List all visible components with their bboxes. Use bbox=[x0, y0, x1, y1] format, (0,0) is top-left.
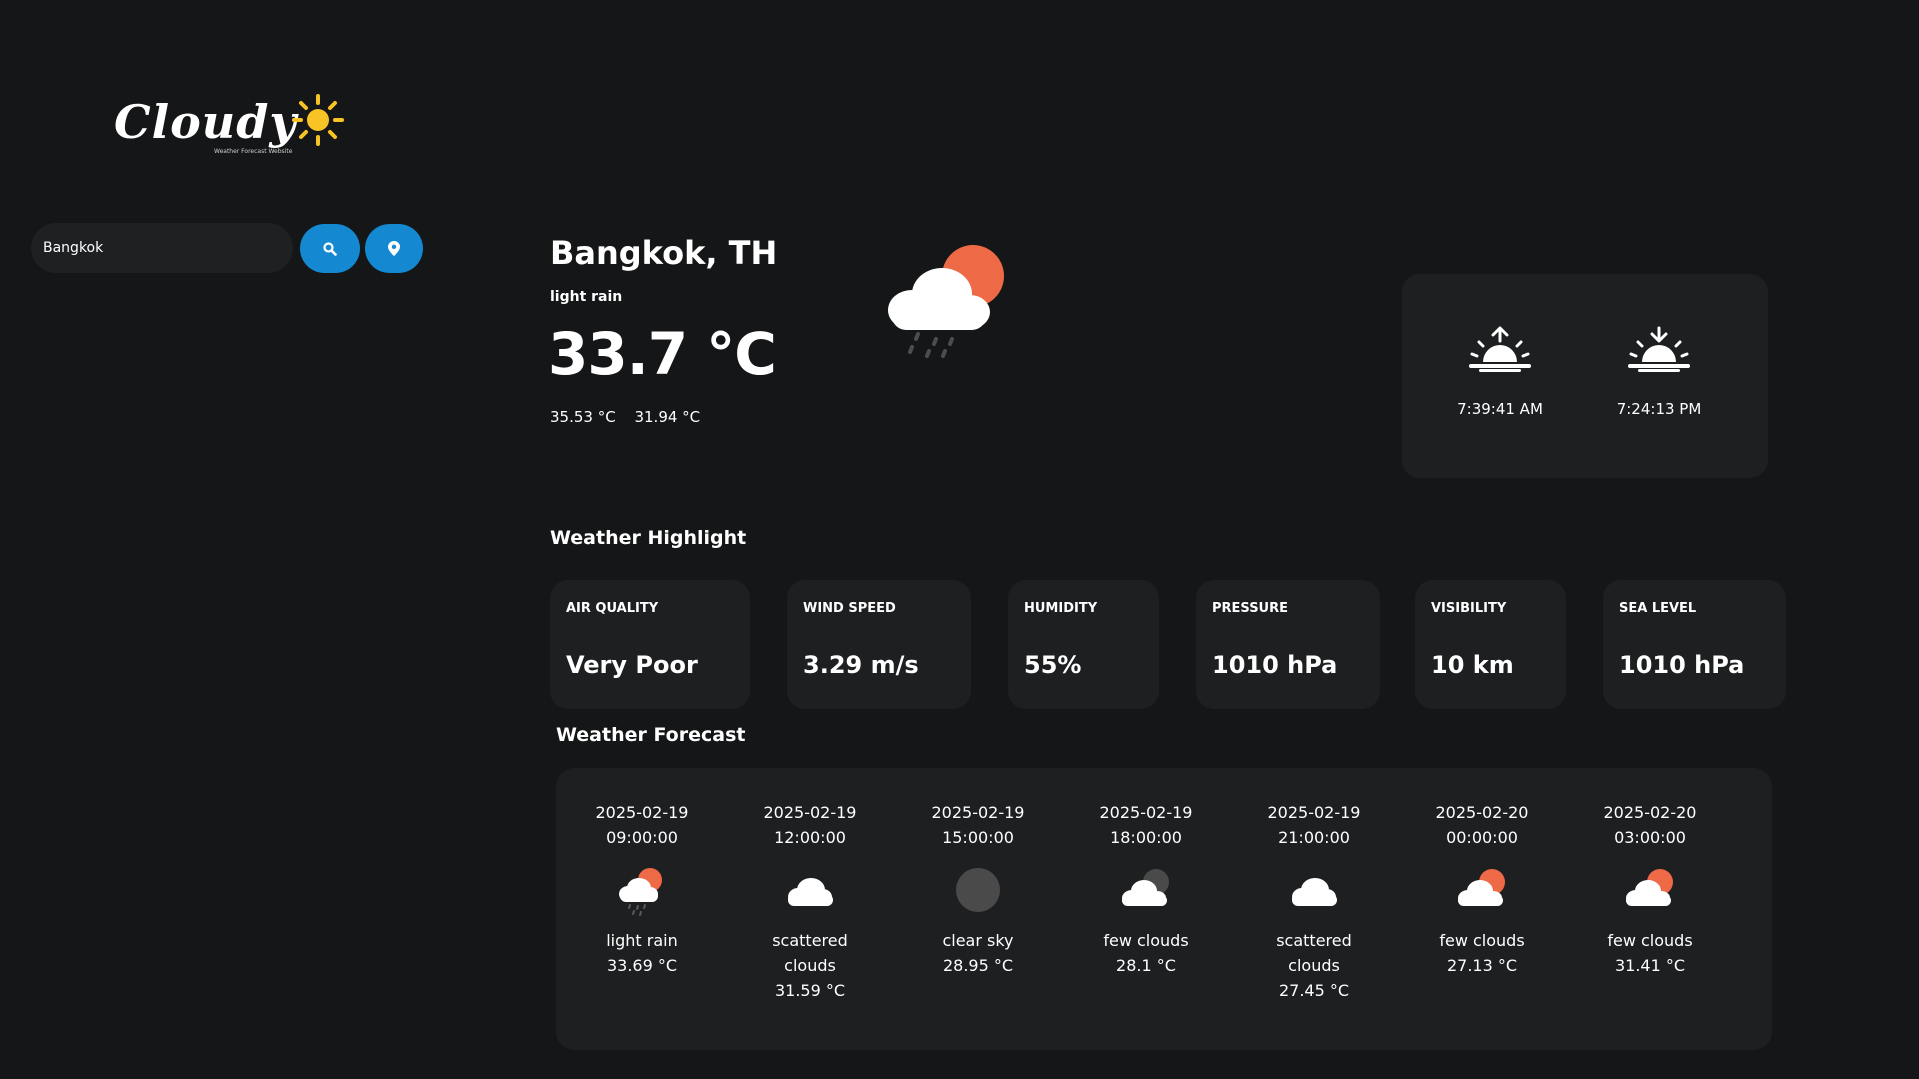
forecast-temperature: 31.41 °C bbox=[1614, 956, 1686, 975]
highlight-label: VISIBILITY bbox=[1431, 601, 1507, 616]
forecast-time: 21:00:00 bbox=[1278, 828, 1350, 847]
forecast-description: few clouds bbox=[1103, 931, 1189, 950]
sunset-icon bbox=[1628, 326, 1690, 372]
forecast-date: 2025-02-19 bbox=[1099, 803, 1193, 822]
light-rain-icon bbox=[888, 245, 1004, 358]
forecast-item: 2025-02-19 09:00:00 light rain 33.69 °C bbox=[567, 800, 717, 978]
sunrise-icon bbox=[1469, 326, 1531, 372]
highlight-value: 1010 hPa bbox=[1619, 651, 1745, 679]
highlight-label: SEA LEVEL bbox=[1619, 601, 1697, 616]
forecast-temperature: 28.1 °C bbox=[1116, 956, 1176, 975]
sunset-time: 7:24:13 PM bbox=[1616, 400, 1702, 418]
forecast-date: 2025-02-19 bbox=[595, 803, 689, 822]
cloud-sun-icon bbox=[1458, 869, 1505, 906]
forecast-description: scattered clouds bbox=[1276, 931, 1352, 975]
highlight-card-air-quality: AIR QUALITY Very Poor bbox=[550, 580, 750, 709]
highlight-value: Very Poor bbox=[566, 651, 698, 679]
forecast-time: 00:00:00 bbox=[1446, 828, 1518, 847]
forecast-item: 2025-02-20 03:00:00 few clouds 31.41 °C bbox=[1575, 800, 1725, 978]
forecast-description: few clouds bbox=[1439, 931, 1525, 950]
current-temperature: 33.7 °C bbox=[548, 320, 777, 388]
temp-min: 31.94 °C bbox=[634, 408, 701, 426]
current-location-button[interactable] bbox=[365, 224, 423, 273]
highlight-value: 3.29 m/s bbox=[803, 651, 919, 679]
search-icon bbox=[323, 241, 337, 256]
highlight-card-humidity: HUMIDITY 55% bbox=[1008, 580, 1159, 709]
weather-forecast-title: Weather Forecast bbox=[556, 724, 746, 746]
forecast-date: 2025-02-19 bbox=[763, 803, 857, 822]
sunrise-time: 7:39:41 AM bbox=[1457, 400, 1543, 418]
forecast-time: 18:00:00 bbox=[1110, 828, 1182, 847]
forecast-temperature: 31.59 °C bbox=[774, 981, 846, 1000]
cloud-sun-icon bbox=[1626, 869, 1673, 906]
sunset-item: 7:24:13 PM bbox=[1599, 326, 1719, 418]
moon-icon bbox=[956, 868, 1000, 912]
logo-text: Cloudy bbox=[114, 95, 298, 149]
highlight-card-wind-speed: WIND SPEED 3.29 m/s bbox=[787, 580, 971, 709]
search-input[interactable] bbox=[31, 223, 293, 273]
forecast-description: clear sky bbox=[942, 931, 1014, 950]
forecast-time: 15:00:00 bbox=[942, 828, 1014, 847]
highlight-value: 1010 hPa bbox=[1212, 651, 1338, 679]
forecast-time: 12:00:00 bbox=[774, 828, 846, 847]
highlight-card-sea-level: SEA LEVEL 1010 hPa bbox=[1603, 580, 1786, 709]
logo-tagline: Weather Forecast Website bbox=[214, 148, 293, 155]
forecast-date: 2025-02-20 bbox=[1435, 803, 1529, 822]
weather-highlight-title: Weather Highlight bbox=[550, 527, 747, 549]
forecast-date: 2025-02-19 bbox=[931, 803, 1025, 822]
logo: Cloudy Weather Forecast Website bbox=[114, 92, 344, 162]
forecast-item: 2025-02-19 15:00:00 clear sky 28.95 °C bbox=[903, 800, 1053, 978]
forecast-date: 2025-02-19 bbox=[1267, 803, 1361, 822]
search-button[interactable] bbox=[300, 224, 360, 273]
light-rain-icon bbox=[619, 868, 662, 916]
forecast-date: 2025-02-20 bbox=[1603, 803, 1697, 822]
forecast-item: 2025-02-19 18:00:00 few clouds 28.1 °C bbox=[1071, 800, 1221, 978]
forecast-time: 03:00:00 bbox=[1614, 828, 1686, 847]
forecast-temperature: 27.13 °C bbox=[1446, 956, 1518, 975]
cloud-night-icon bbox=[1122, 869, 1169, 906]
forecast-description: light rain bbox=[606, 931, 678, 950]
highlight-value: 55% bbox=[1024, 651, 1082, 679]
cloud-icon bbox=[1292, 878, 1337, 906]
forecast-description: few clouds bbox=[1607, 931, 1693, 950]
highlight-card-visibility: VISIBILITY 10 km bbox=[1415, 580, 1566, 709]
cloud-icon bbox=[788, 878, 833, 906]
sunrise-item: 7:39:41 AM bbox=[1440, 326, 1560, 418]
temp-max: 35.53 °C bbox=[550, 408, 616, 426]
highlight-label: WIND SPEED bbox=[803, 601, 896, 616]
highlight-value: 10 km bbox=[1431, 651, 1514, 679]
forecast-temperature: 28.95 °C bbox=[942, 956, 1014, 975]
highlight-card-pressure: PRESSURE 1010 hPa bbox=[1196, 580, 1380, 709]
highlight-label: PRESSURE bbox=[1212, 601, 1289, 616]
forecast-item: 2025-02-19 21:00:00 scattered clouds 27.… bbox=[1239, 800, 1389, 1003]
sunrise-sunset-card: 7:39:41 AM 7:24:13 PM bbox=[1402, 274, 1768, 478]
forecast-item: 2025-02-20 00:00:00 few clouds 27.13 °C bbox=[1407, 800, 1557, 978]
forecast-temperature: 33.69 °C bbox=[606, 956, 678, 975]
location-pin-icon bbox=[388, 241, 400, 256]
highlight-label: AIR QUALITY bbox=[566, 601, 659, 616]
temperature-range: 35.53 °C 31.94 °C bbox=[550, 408, 714, 426]
forecast-description: scattered clouds bbox=[772, 931, 848, 975]
logo-sun-icon bbox=[292, 94, 344, 146]
forecast-item: 2025-02-19 12:00:00 scattered clouds 31.… bbox=[735, 800, 885, 1003]
weather-description: light rain bbox=[550, 289, 623, 305]
city-name: Bangkok, TH bbox=[550, 234, 778, 272]
forecast-card: 2025-02-19 09:00:00 light rain 33.69 °C … bbox=[556, 768, 1772, 1050]
forecast-time: 09:00:00 bbox=[606, 828, 678, 847]
forecast-temperature: 27.45 °C bbox=[1278, 981, 1350, 1000]
highlight-label: HUMIDITY bbox=[1024, 601, 1098, 616]
